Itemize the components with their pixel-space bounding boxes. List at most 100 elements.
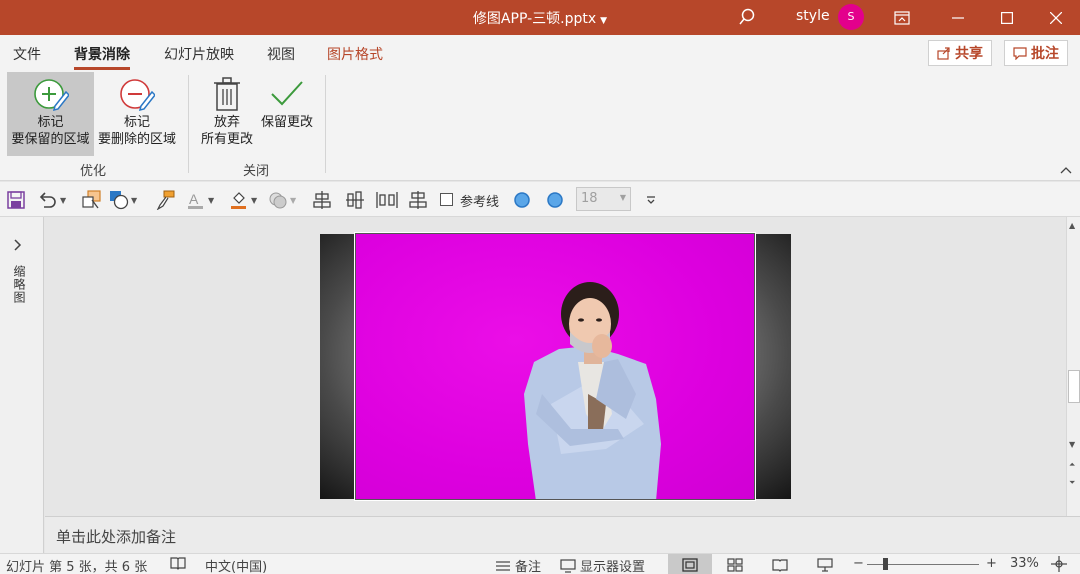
- display-settings-icon: [560, 558, 576, 573]
- chevron-down-icon: ▼: [131, 195, 138, 205]
- ribbon: 标记 要保留的区域 标记 要删除的区域 放弃 所有更改 保留更改 优化 关闭: [0, 71, 1080, 181]
- font-color-button[interactable]: A ▼: [186, 190, 214, 210]
- undo-button[interactable]: ▼: [38, 190, 66, 210]
- user-name[interactable]: style: [796, 8, 830, 24]
- language-indicator[interactable]: 中文(中国): [205, 556, 267, 574]
- status-bar: 幻灯片 第 5 张，共 6 张 中文(中国) 备注 显示器设置 − + 33%: [0, 553, 1080, 574]
- mark-areas-to-keep-button[interactable]: 标记 要保留的区域: [7, 72, 94, 156]
- collapse-ribbon-icon[interactable]: [1060, 163, 1072, 177]
- mark-remove-line1: 标记: [123, 115, 150, 130]
- circle-shape-icon[interactable]: [513, 190, 531, 210]
- chevron-down-icon: ▼: [208, 195, 215, 205]
- notes-placeholder[interactable]: 单击此处添加备注: [56, 526, 176, 547]
- align-center-icon[interactable]: [313, 190, 331, 210]
- display-settings-button[interactable]: 显示器设置: [560, 556, 645, 574]
- tab-view[interactable]: 视图: [267, 44, 295, 64]
- comments-label: 批注: [1031, 46, 1059, 62]
- select-shapes-icon[interactable]: [82, 190, 102, 210]
- font-size-value: 18: [581, 191, 598, 206]
- zoom-slider-thumb[interactable]: [883, 558, 888, 570]
- notes-toggle-button[interactable]: 备注: [495, 556, 541, 574]
- zoom-in-button[interactable]: +: [986, 556, 997, 571]
- notes-pane[interactable]: 单击此处添加备注: [45, 516, 1080, 553]
- normal-view-icon[interactable]: [668, 554, 712, 574]
- maximize-icon[interactable]: [983, 0, 1031, 35]
- trash-icon: [214, 77, 240, 111]
- slide-counter: 幻灯片 第 5 张，共 6 张: [6, 560, 148, 574]
- font-size-select[interactable]: 18 ▼: [576, 187, 631, 211]
- document-title: 修图APP-三顿.pptx: [472, 11, 597, 27]
- picture-selection-frame: [354, 232, 756, 501]
- share-icon: [937, 47, 950, 60]
- slideshow-view-icon[interactable]: [803, 554, 847, 574]
- vertical-scrollbar[interactable]: ▲ ▼ ⏶ ⏷: [1066, 217, 1080, 516]
- fill-color-button[interactable]: ▼: [229, 190, 257, 210]
- tab-background-removal[interactable]: 背景消除: [74, 44, 130, 70]
- group-label-close: 关闭: [243, 164, 270, 179]
- mark-keep-icon: [33, 79, 69, 112]
- discard-all-changes-button[interactable]: 放弃 所有更改: [196, 72, 258, 156]
- distribute-vertically-icon[interactable]: [409, 190, 427, 210]
- previous-slide-icon[interactable]: ⏶: [1069, 460, 1075, 470]
- scroll-up-icon[interactable]: ▲: [1069, 221, 1075, 230]
- minimize-icon[interactable]: [934, 0, 982, 35]
- share-button[interactable]: 共享: [928, 40, 992, 66]
- mark-keep-line2: 要保留的区域: [11, 132, 90, 147]
- slide-sorter-view-icon[interactable]: [713, 554, 757, 574]
- mark-remove-icon: [120, 79, 155, 112]
- reading-view-icon[interactable]: [758, 554, 802, 574]
- merge-shapes-icon: [269, 192, 287, 209]
- thumbnail-pane: 缩略图: [0, 217, 44, 553]
- quick-access-toolbar: ▼ ▼ A ▼ ▼ ▼ 参考线 18 ▼: [0, 182, 1080, 217]
- scrollbar-thumb[interactable]: [1068, 370, 1080, 403]
- zoom-out-button[interactable]: −: [853, 556, 864, 571]
- thumbnails-label[interactable]: 缩略图: [11, 265, 28, 304]
- display-settings-label: 显示器设置: [580, 560, 646, 574]
- merge-shapes-button[interactable]: ▼: [268, 190, 296, 210]
- circle-shape-icon[interactable]: [546, 190, 564, 210]
- ribbon-separator: [325, 75, 326, 173]
- scroll-down-icon[interactable]: ▼: [1069, 440, 1075, 449]
- chevron-down-icon: ▼: [619, 193, 626, 202]
- discard-line2: 所有更改: [200, 132, 253, 147]
- notes-icon: [496, 560, 510, 571]
- ribbon-separator: [188, 75, 189, 173]
- distribute-horizontally-icon[interactable]: [376, 190, 398, 210]
- avatar[interactable]: S: [838, 4, 864, 30]
- share-label: 共享: [955, 46, 983, 62]
- tab-file[interactable]: 文件: [13, 44, 41, 64]
- shapes-icon: [110, 191, 129, 210]
- accessibility-icon[interactable]: [170, 556, 186, 570]
- discard-line1: 放弃: [213, 115, 240, 130]
- expand-thumbnails-icon[interactable]: [14, 239, 22, 255]
- shapes-button[interactable]: ▼: [109, 190, 137, 210]
- zoom-level[interactable]: 33%: [1010, 556, 1039, 571]
- undo-icon: [39, 192, 56, 208]
- keep-changes-button[interactable]: 保留更改: [258, 72, 316, 156]
- format-painter-icon[interactable]: [156, 190, 176, 210]
- customize-toolbar-icon[interactable]: [645, 190, 657, 210]
- ribbon-display-options-icon[interactable]: [878, 0, 926, 35]
- tab-picture-format[interactable]: 图片格式: [327, 44, 383, 64]
- chevron-down-icon: ▼: [290, 195, 297, 205]
- ribbon-tabs: 文件 背景消除 幻灯片放映 视图 图片格式 共享 批注: [0, 35, 1080, 71]
- slide-canvas: [45, 217, 1066, 516]
- mark-remove-line2: 要删除的区域: [97, 132, 176, 147]
- guides-checkbox[interactable]: [440, 193, 453, 206]
- tab-slideshow[interactable]: 幻灯片放映: [164, 44, 234, 64]
- close-icon[interactable]: [1032, 0, 1080, 35]
- align-middle-icon[interactable]: [345, 190, 365, 210]
- notes-toggle-label: 备注: [515, 560, 542, 574]
- comments-button[interactable]: 批注: [1004, 40, 1068, 66]
- title-dropdown-icon: ▼: [600, 16, 608, 26]
- next-slide-icon[interactable]: ⏷: [1069, 478, 1075, 488]
- search-icon[interactable]: [737, 7, 757, 27]
- mark-areas-to-remove-button[interactable]: 标记 要删除的区域: [95, 72, 179, 156]
- save-icon[interactable]: [7, 190, 25, 210]
- fit-to-window-icon[interactable]: [1051, 556, 1067, 572]
- mark-keep-line1: 标记: [37, 115, 64, 130]
- chevron-down-icon: ▼: [60, 195, 67, 205]
- checkmark-icon: [271, 81, 303, 106]
- font-color-icon: A: [188, 191, 203, 209]
- guides-label: 参考线: [460, 195, 500, 210]
